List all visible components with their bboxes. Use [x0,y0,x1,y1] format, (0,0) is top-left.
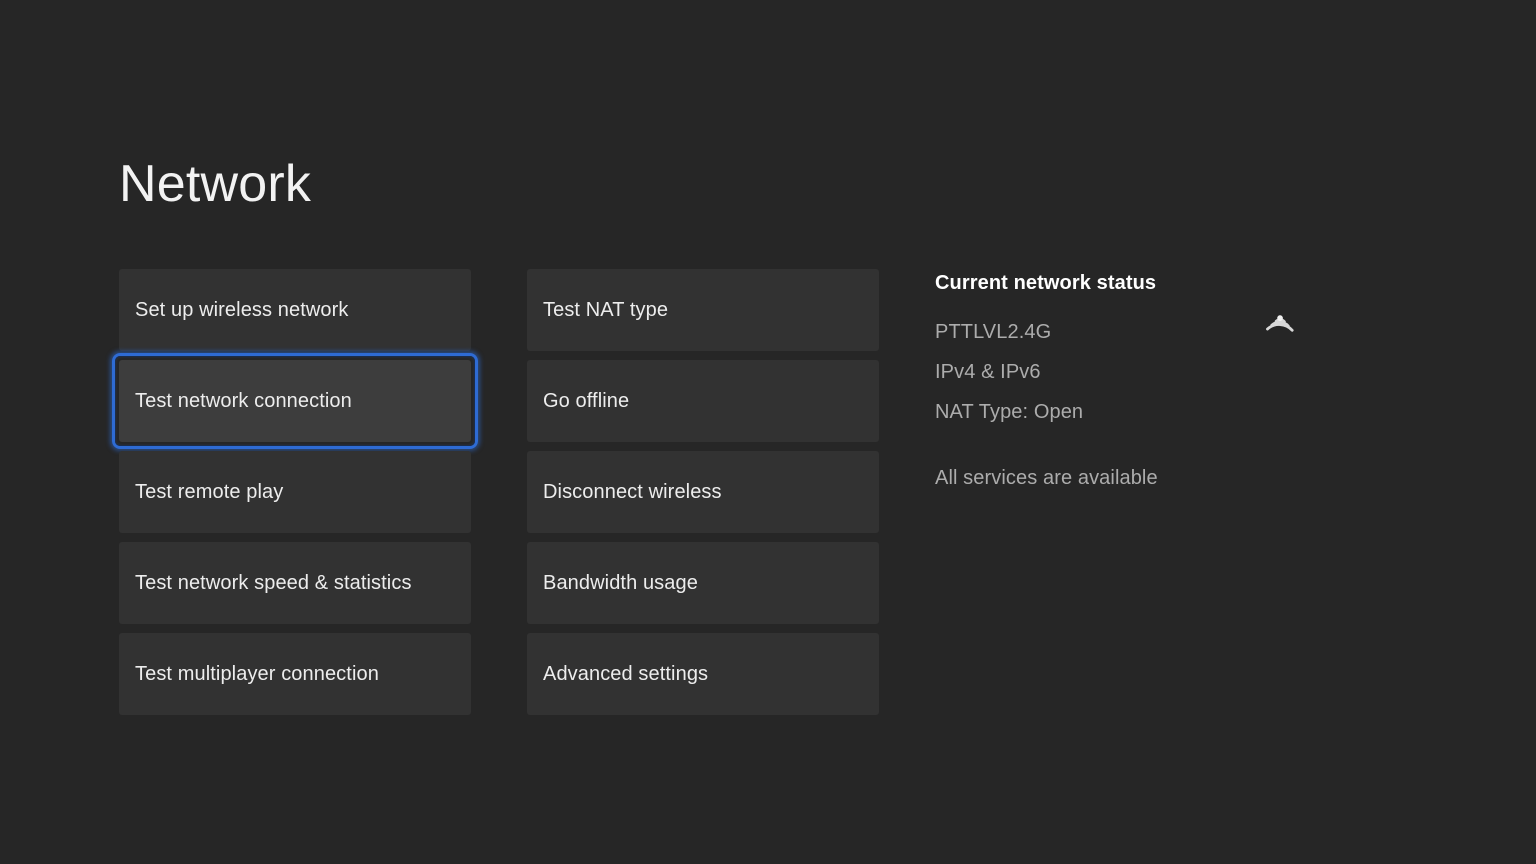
ssid-label: PTTLVL2.4G [935,321,1051,343]
current-network-status-panel: Current network status PTTLVL2.4G IPv4 &… [935,272,1335,506]
tile-label: Test network connection [135,390,352,413]
tile-test-network-connection[interactable]: Test network connection [119,360,471,442]
tile-test-network-speed-statistics[interactable]: Test network speed & statistics [119,542,471,624]
tile-disconnect-wireless[interactable]: Disconnect wireless [527,451,879,533]
tile-label: Test remote play [135,481,283,504]
tile-label: Test network speed & statistics [135,572,412,595]
tile-go-offline[interactable]: Go offline [527,360,879,442]
tile-test-nat-type[interactable]: Test NAT type [527,269,879,351]
tile-label: Advanced settings [543,663,708,686]
tile-advanced-settings[interactable]: Advanced settings [527,633,879,715]
status-row-ip-protocols: IPv4 & IPv6 [935,360,1335,384]
tile-test-multiplayer-connection[interactable]: Test multiplayer connection [119,633,471,715]
page-title: Network [119,158,311,210]
tile-label: Bandwidth usage [543,572,698,595]
status-row-nat-type: NAT Type: Open [935,400,1335,424]
tile-label: Test NAT type [543,299,668,322]
network-actions-column-two: Test NAT type Go offline Disconnect wirele… [527,269,879,715]
network-actions-column-one: Set up wireless network Test network conn… [119,269,471,715]
status-panel-heading: Current network status [935,272,1335,295]
tile-set-up-wireless-network[interactable]: Set up wireless network [119,269,471,351]
tile-bandwidth-usage[interactable]: Bandwidth usage [527,542,879,624]
tile-test-remote-play[interactable]: Test remote play [119,451,471,533]
status-row-ssid: PTTLVL2.4G [935,320,1335,344]
tile-label: Disconnect wireless [543,481,722,504]
wifi-signal-icon [1250,302,1298,350]
tile-label: Go offline [543,390,629,413]
tile-label: Test multiplayer connection [135,663,379,686]
network-settings-screen: Network Set up wireless network Test netw… [0,0,1536,864]
status-row-services: All services are available [935,466,1335,490]
tile-label: Set up wireless network [135,299,349,322]
